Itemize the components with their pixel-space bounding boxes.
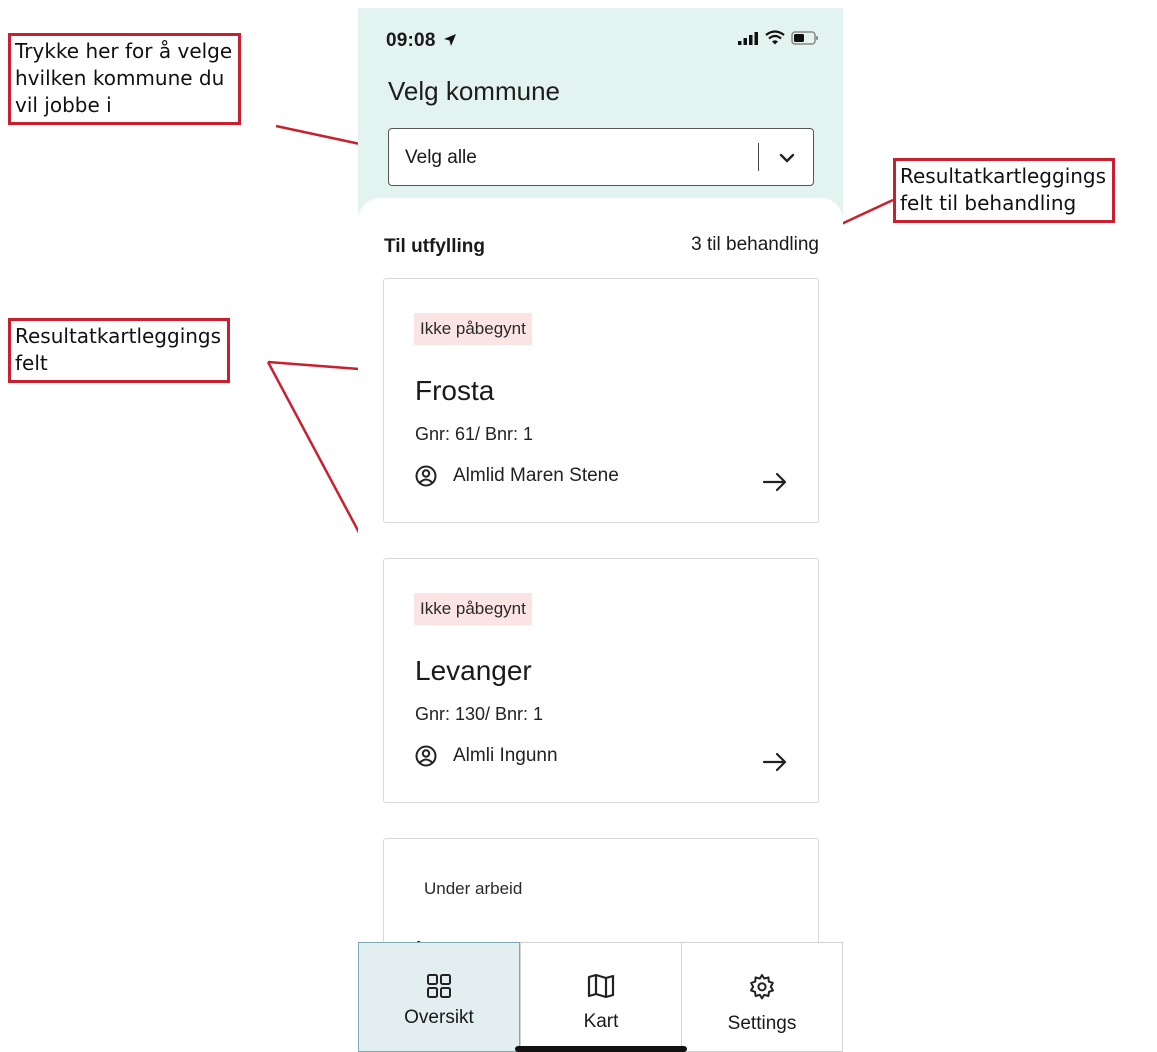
annotation-count-field: Resultatkartleggings felt til behandling <box>893 158 1116 223</box>
user-circle-icon <box>415 745 437 767</box>
status-bar: 09:08 <box>358 8 843 68</box>
wifi-icon <box>765 30 785 45</box>
annotation-line: hvilken kommune du <box>15 66 225 90</box>
tab-label: Oversikt <box>404 1007 474 1028</box>
battery-icon <box>791 30 818 45</box>
annotation-line: Trykke her for å velge <box>15 39 233 63</box>
annotation-line: Resultatkartleggings <box>900 164 1107 188</box>
kommune-select-value: Velg alle <box>405 147 477 168</box>
user-circle-icon <box>415 465 437 487</box>
card-title: Frosta <box>415 375 495 406</box>
map-icon <box>587 973 615 999</box>
assessment-card[interactable]: Ikke påbegynt Frosta Gnr: 61/ Bnr: 1 Alm… <box>383 278 819 523</box>
arrow-right-icon[interactable] <box>762 751 788 773</box>
card-title: Levanger <box>415 655 532 686</box>
status-badge: Ikke påbegynt <box>414 593 532 625</box>
annotation-select-kommune: Trykke her for å velge hvilken kommune d… <box>8 33 242 125</box>
tab-oversikt[interactable]: Oversikt <box>358 942 520 1052</box>
person-name: Almlid Maren Stene <box>453 465 619 486</box>
section-count: 3 til behandling <box>691 234 819 255</box>
annotation-line: Resultatkartleggings <box>15 324 222 348</box>
chevron-down-icon[interactable] <box>775 146 799 170</box>
tab-kart[interactable]: Kart <box>520 942 681 1052</box>
gear-icon <box>750 974 774 1000</box>
status-time: 09:08 <box>386 30 457 52</box>
annotation-card-field: Resultatkartleggings felt <box>8 318 231 383</box>
grid-icon <box>427 974 451 998</box>
signal-icon <box>738 31 758 45</box>
annotation-line: vil jobbe i <box>15 93 112 117</box>
tab-label: Settings <box>727 1013 797 1034</box>
page-title: Velg kommune <box>388 76 560 106</box>
select-divider <box>757 143 759 171</box>
annotation-line: felt til behandling <box>900 191 1077 215</box>
kommune-select[interactable]: Velg alle <box>388 128 814 186</box>
section-title: Til utfylling <box>384 236 485 257</box>
tab-settings[interactable]: Settings <box>681 942 843 1052</box>
card-person: Almli Ingunn <box>415 745 558 767</box>
arrow-right-icon[interactable] <box>762 471 788 493</box>
bottom-tab-bar: Oversikt Kart Settings <box>358 942 843 1052</box>
person-name: Almli Ingunn <box>453 745 558 766</box>
card-person: Almlid Maren Stene <box>415 465 619 487</box>
annotation-line: felt <box>15 351 48 375</box>
tab-label: Kart <box>583 1011 619 1032</box>
home-indicator <box>515 1046 687 1052</box>
card-property-id: Gnr: 61/ Bnr: 1 <box>415 424 534 444</box>
status-icons <box>737 30 819 45</box>
phone-screen: 09:08 Velg kommune Velg alle Til utfylli… <box>358 8 843 1052</box>
status-badge: Ikke påbegynt <box>414 313 532 345</box>
content-area: Til utfylling 3 til behandling Ikke påbe… <box>358 198 843 1052</box>
card-property-id: Gnr: 130/ Bnr: 1 <box>415 704 544 724</box>
status-time-text: 09:08 <box>386 30 436 51</box>
location-arrow-icon <box>444 34 457 46</box>
assessment-card[interactable]: Ikke påbegynt Levanger Gnr: 130/ Bnr: 1 … <box>383 558 819 803</box>
status-badge: Under arbeid <box>424 879 523 898</box>
